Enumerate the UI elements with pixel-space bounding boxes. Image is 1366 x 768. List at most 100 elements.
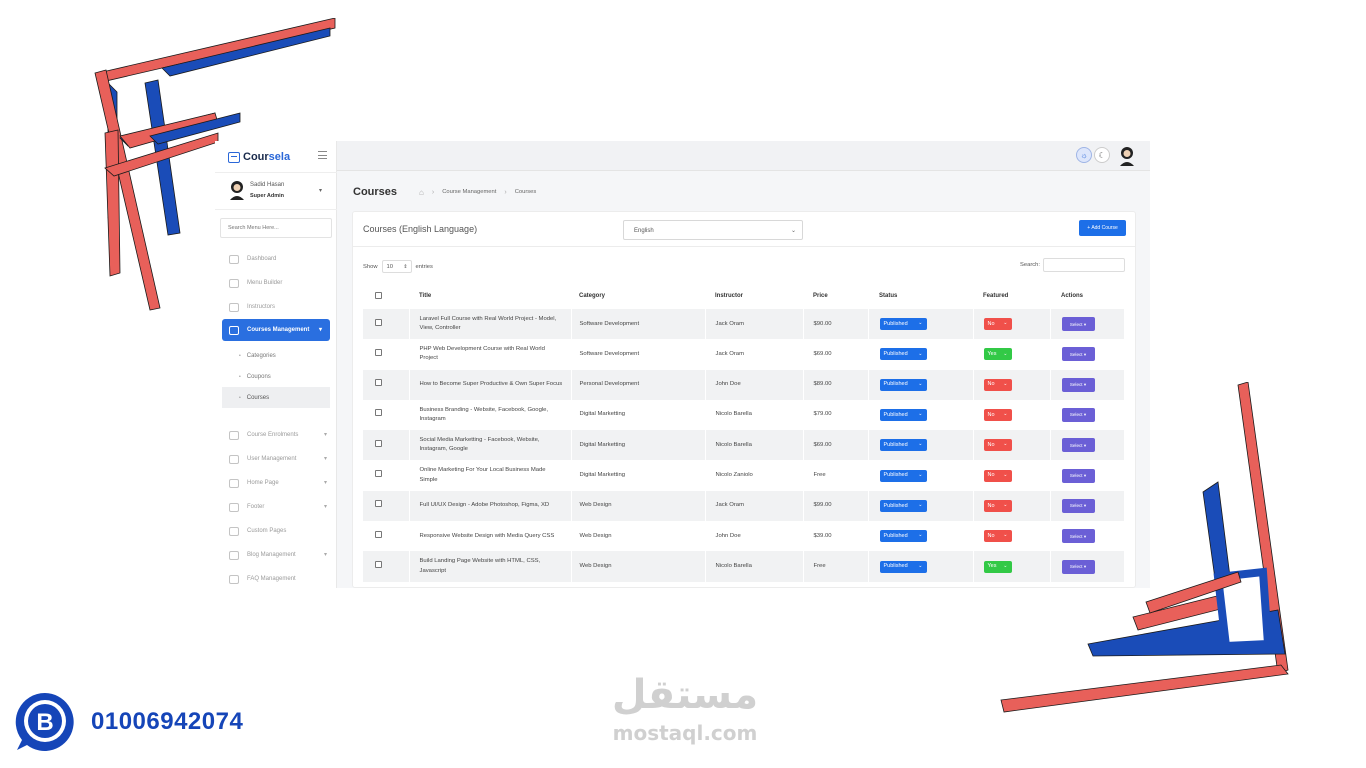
status-value: Published	[883, 320, 908, 327]
row-checkbox[interactable]	[375, 560, 382, 568]
caret-down-icon: ▾	[1083, 533, 1087, 539]
user-profile[interactable]: Sadid Hasan Super Admin ▾	[215, 172, 337, 210]
course-instructor: Nicolo Barella	[705, 551, 804, 582]
column-header-price[interactable]: Price	[803, 283, 868, 309]
sidebar-item-menu-builder[interactable]: Menu Builder	[215, 271, 337, 295]
row-checkbox[interactable]	[375, 439, 382, 447]
sidebar-item-course-enrolments[interactable]: Course Enrolments ▾	[215, 423, 337, 447]
instructors-icon	[229, 302, 239, 312]
chevron-down-icon: ⌄	[918, 411, 923, 418]
row-checkbox[interactable]	[375, 379, 382, 387]
row-checkbox[interactable]	[375, 318, 382, 326]
home-icon[interactable]: ⌂	[419, 188, 424, 197]
chevron-down-icon: ▾	[323, 504, 327, 510]
select-all-checkbox[interactable]	[375, 291, 382, 299]
table-row: Online Marketing For Your Local Business…	[363, 460, 1125, 491]
status-select[interactable]: Published ⌄	[879, 348, 927, 361]
course-title: Build Landing Page Website with HTML, CS…	[409, 551, 572, 582]
sidebar-item-dashboard[interactable]: Dashboard	[215, 247, 337, 271]
menu-search-input[interactable]	[220, 218, 332, 238]
table-search: Search:	[1020, 258, 1125, 272]
avatar[interactable]	[1119, 146, 1135, 166]
caret-down-icon: ▾	[1083, 321, 1087, 327]
breadcrumb-item[interactable]: Course Management	[442, 189, 496, 195]
featured-select[interactable]: No ⌄	[983, 530, 1012, 543]
sidebar-item-faq-management[interactable]: FAQ Management	[215, 567, 337, 588]
actions-dropdown[interactable]: Select ▾	[1061, 498, 1095, 513]
sidebar-item-home-page[interactable]: Home Page ▾	[215, 471, 337, 495]
entries-select[interactable]: 10 ⇕	[381, 260, 412, 273]
brand-logo[interactable]: Coursela	[228, 150, 290, 164]
sun-icon[interactable]: ☼	[1076, 147, 1092, 163]
chevron-down-icon: ⌄	[1003, 471, 1008, 478]
column-header-category[interactable]: Category	[571, 283, 705, 309]
sidebar-item-instructors[interactable]: Instructors	[215, 295, 337, 319]
column-header-featured[interactable]: Featured	[973, 283, 1050, 309]
language-select[interactable]: English ⌄	[623, 220, 803, 240]
actions-dropdown[interactable]: Select ▾	[1061, 438, 1095, 453]
status-select[interactable]: Published ⌄	[879, 560, 927, 573]
featured-select[interactable]: Yes ⌄	[983, 348, 1012, 361]
caret-down-icon: ▾	[1083, 473, 1087, 479]
status-select[interactable]: Published ⌄	[879, 469, 927, 482]
course-instructor: Jack Oram	[705, 490, 804, 522]
featured-select[interactable]: Yes ⌄	[983, 560, 1012, 573]
caret-down-icon: ▾	[1083, 503, 1087, 509]
status-select[interactable]: Published ⌄	[879, 378, 927, 391]
actions-dropdown[interactable]: Select ▾	[1061, 377, 1095, 392]
course-category: Personal Development	[571, 369, 706, 400]
table-row: How to Become Super Productive & Own Sup…	[363, 369, 1125, 400]
actions-dropdown[interactable]: Select ▾	[1061, 347, 1095, 362]
actions-dropdown[interactable]: Select ▾	[1061, 559, 1095, 574]
course-title: PHP Web Development Course with Real Wor…	[409, 339, 572, 370]
course-category: Digital Marketting	[571, 460, 706, 491]
sidebar-item-label: Dashboard	[247, 256, 277, 262]
sidebar-item-courses-management[interactable]: Courses Management ▾	[222, 319, 330, 341]
course-category: Software Development	[571, 339, 706, 370]
course-price: $39.00	[803, 521, 869, 552]
phone-number: 01006942074	[91, 708, 244, 735]
actions-dropdown[interactable]: Select ▾	[1061, 408, 1095, 423]
sidebar-item-label: Footer	[247, 504, 265, 510]
row-checkbox[interactable]	[375, 500, 382, 508]
row-checkbox[interactable]	[375, 348, 382, 356]
actions-dropdown[interactable]: Select ▾	[1061, 529, 1095, 544]
row-checkbox[interactable]	[375, 409, 382, 417]
featured-select[interactable]: No ⌄	[983, 439, 1012, 452]
submenu-item-categories[interactable]: Categories	[215, 345, 337, 366]
status-select[interactable]: Published ⌄	[879, 439, 927, 452]
actions-dropdown[interactable]: Select ▾	[1061, 317, 1095, 332]
sidebar-item-blog-management[interactable]: Blog Management ▾	[215, 543, 337, 567]
breadcrumb: Courses ⌂ › Course Management › Courses	[353, 186, 536, 198]
status-select[interactable]: Published ⌄	[879, 318, 927, 331]
actions-dropdown[interactable]: Select ▾	[1061, 468, 1095, 483]
featured-select[interactable]: No ⌄	[983, 499, 1012, 512]
row-checkbox[interactable]	[375, 530, 382, 538]
row-checkbox[interactable]	[375, 470, 382, 478]
course-price: $90.00	[803, 309, 869, 340]
sidebar-item-footer[interactable]: Footer ▾	[215, 495, 337, 519]
column-header-title[interactable]: Title	[409, 283, 571, 309]
submenu-item-courses[interactable]: Courses	[222, 387, 330, 408]
sidebar-item-custom-pages[interactable]: Custom Pages	[215, 519, 337, 543]
featured-select[interactable]: No ⌄	[983, 378, 1012, 391]
status-select[interactable]: Published ⌄	[879, 499, 927, 512]
chevron-down-icon: ⌄	[1003, 441, 1008, 448]
status-select[interactable]: Published ⌄	[879, 409, 927, 422]
moon-icon[interactable]: ☾	[1094, 147, 1110, 163]
column-header-instructor[interactable]: Instructor	[705, 283, 803, 309]
action-label: Select	[1069, 382, 1083, 388]
sidebar-item-user-management[interactable]: User Management ▾	[215, 447, 337, 471]
submenu-item-coupons[interactable]: Coupons	[215, 366, 337, 387]
featured-select[interactable]: No ⌄	[983, 409, 1012, 422]
add-course-button[interactable]: + Add Course	[1079, 220, 1126, 236]
featured-value: No	[987, 411, 995, 418]
status-select[interactable]: Published ⌄	[879, 530, 927, 543]
search-input[interactable]	[1043, 258, 1125, 272]
column-header-status[interactable]: Status	[868, 283, 973, 309]
sidebar-item-label: Menu Builder	[247, 280, 283, 286]
featured-select[interactable]: No ⌄	[983, 469, 1012, 482]
featured-select[interactable]: No ⌄	[983, 318, 1012, 331]
chevron-down-icon[interactable]: ▾	[319, 187, 322, 194]
hamburger-menu-icon[interactable]	[318, 151, 327, 159]
